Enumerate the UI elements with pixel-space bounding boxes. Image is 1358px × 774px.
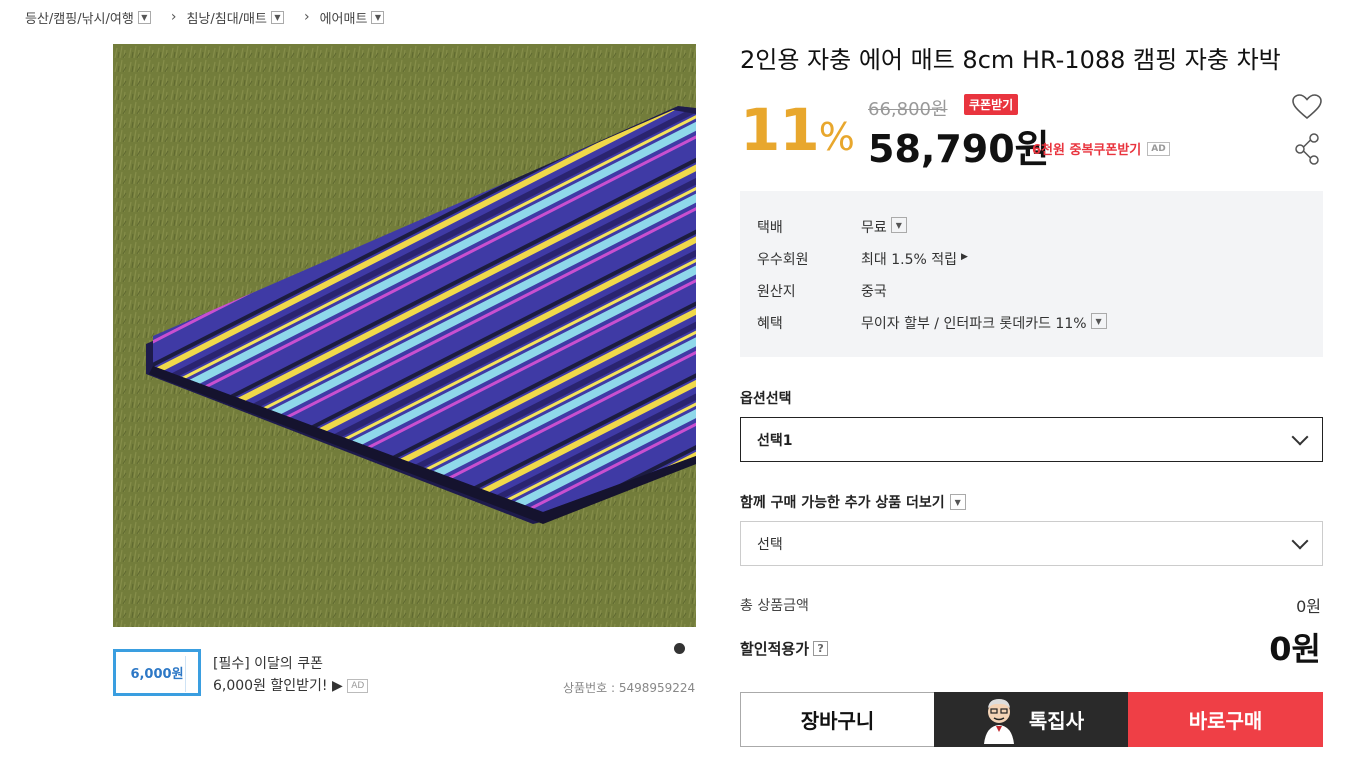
heart-icon[interactable] <box>1292 94 1322 124</box>
chevron-down-icon <box>1291 532 1309 549</box>
extra-product-select[interactable]: 선택 <box>740 521 1323 566</box>
info-key: 혜택 <box>757 316 783 332</box>
help-icon[interactable]: ? <box>813 641 829 656</box>
discount-number: 11 <box>740 96 820 164</box>
option-label: 옵션선택 <box>740 391 792 407</box>
coupon-banner-text[interactable]: [필수] 이달의 쿠폰 6,000원 할인받기! ▶ AD <box>213 653 369 697</box>
coupon-get-button[interactable]: 쿠폰받기 <box>964 94 1019 115</box>
talk-butler-label: 톡집사 <box>1028 709 1085 733</box>
chevron-down-icon[interactable]: ▼ <box>270 10 284 24</box>
ad-badge: AD <box>1147 141 1170 156</box>
chevron-down-icon <box>1291 428 1309 445</box>
share-icon[interactable] <box>1294 133 1320 169</box>
info-key: 우수회원 <box>757 252 809 268</box>
product-number: 상품번호 : 5498959224 <box>563 681 696 695</box>
chevron-down-icon[interactable]: ▼ <box>371 10 385 24</box>
total-price-value: 0원 <box>1296 597 1321 616</box>
breadcrumb: 등산/캠핑/낚시/여행 ▼ › 침낭/침대/매트 ▼ › 에어매트 ▼ <box>25 8 385 27</box>
info-key: 원산지 <box>757 284 796 300</box>
duplicate-coupon-link[interactable]: 6천원 중복쿠폰받기 AD <box>1032 139 1170 158</box>
info-row-origin: 원산지 중국 <box>757 281 887 301</box>
info-value[interactable]: 최대 1.5% 적립 <box>861 249 957 269</box>
discount-price-label-group: 할인적용가 ? <box>740 638 829 659</box>
option-selected-value: 선택1 <box>757 432 793 449</box>
coupon-divider <box>185 656 192 692</box>
ad-badge: AD <box>347 679 369 693</box>
breadcrumb-item-category[interactable]: 등산/캠핑/낚시/여행 ▼ <box>25 8 151 27</box>
chevron-down-icon[interactable]: ▼ <box>890 217 907 233</box>
info-row-member: 우수회원 최대 1.5% 적립 ▶ <box>757 249 968 269</box>
coupon-amount: 6,000원 <box>130 667 184 682</box>
coupon-cta[interactable]: 6,000원 할인받기! ▶ <box>213 678 343 694</box>
chevron-right-icon: › <box>303 9 310 25</box>
product-title: 2인용 자충 에어 매트 8cm HR-1088 캠핑 자충 차박 <box>740 46 1281 74</box>
extra-product-toggle[interactable]: 함께 구매 가능한 추가 상품 더보기 ▼ <box>740 492 966 512</box>
coupon-banner-badge[interactable]: 6,000원 <box>113 649 201 696</box>
breadcrumb-label[interactable]: 등산/캠핑/낚시/여행 <box>25 8 134 27</box>
breadcrumb-item-subcategory[interactable]: 침낭/침대/매트 ▼ <box>186 8 284 27</box>
total-price-label: 총 상품금액 <box>740 598 809 614</box>
breadcrumb-label[interactable]: 에어매트 <box>320 8 368 27</box>
product-photo-graphic <box>113 44 696 627</box>
info-row-benefit: 혜택 무이자 할부 / 인터파크 롯데카드 11% ▼ <box>757 313 1107 333</box>
carousel-dot[interactable] <box>674 643 685 654</box>
talk-butler-button[interactable]: 톡집사 <box>934 692 1129 747</box>
breadcrumb-item-leaf[interactable]: 에어매트 ▼ <box>320 8 385 27</box>
chevron-down-icon[interactable]: ▼ <box>137 10 151 24</box>
sale-price: 58,790원 <box>868 127 1050 171</box>
chevron-down-icon[interactable]: ▼ <box>949 494 966 510</box>
buy-now-button[interactable]: 바로구매 <box>1128 692 1323 747</box>
breadcrumb-label[interactable]: 침낭/침대/매트 <box>186 8 267 27</box>
extra-product-label[interactable]: 함께 구매 가능한 추가 상품 더보기 <box>740 492 945 512</box>
discount-price-value: 0원 <box>1269 630 1321 668</box>
add-to-cart-button[interactable]: 장바구니 <box>740 692 935 747</box>
coupon-title: [필수] 이달의 쿠폰 <box>213 656 323 672</box>
info-row-delivery: 택배 무료 ▼ <box>757 217 907 237</box>
discount-price-label: 할인적용가 <box>740 640 810 658</box>
caret-right-icon[interactable]: ▶ <box>961 252 968 269</box>
chevron-down-icon[interactable]: ▼ <box>1090 313 1107 329</box>
discount-percent-sign: % <box>818 115 855 159</box>
info-key: 택배 <box>757 220 783 236</box>
option-select[interactable]: 선택1 <box>740 417 1323 462</box>
info-value: 무이자 할부 / 인터파크 롯데카드 11% <box>861 316 1087 332</box>
info-value: 중국 <box>861 284 887 300</box>
discount-rate: 11% <box>740 96 855 164</box>
info-value: 무료 <box>861 220 887 236</box>
product-image[interactable] <box>113 44 696 627</box>
butler-avatar-icon <box>983 698 1014 744</box>
extra-selected-value: 선택 <box>757 536 783 553</box>
duplicate-coupon-label[interactable]: 6천원 중복쿠폰받기 <box>1032 139 1141 158</box>
chevron-right-icon: › <box>170 9 177 25</box>
shipping-info-box: 택배 무료 ▼ 우수회원 최대 1.5% 적립 ▶ 원산지 중국 혜택 무이자 … <box>740 191 1323 357</box>
